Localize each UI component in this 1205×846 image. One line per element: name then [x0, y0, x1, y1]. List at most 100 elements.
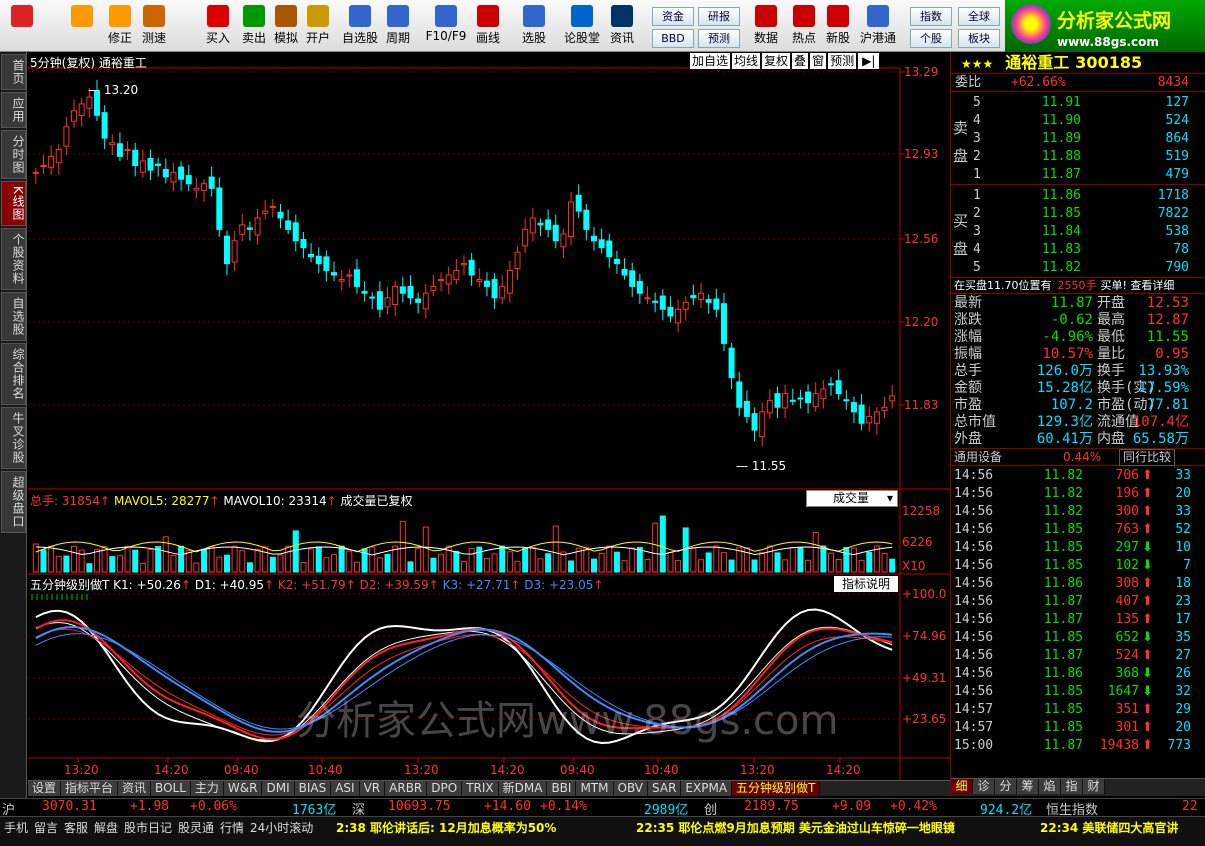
toolbar-button-14[interactable]: 资讯 — [606, 5, 638, 49]
sidebar-tab-7[interactable]: 牛叉诊股 — [1, 406, 26, 469]
right-tab-3[interactable]: 筹 — [1017, 779, 1039, 794]
indicator-tab-16[interactable]: OBV — [613, 781, 649, 796]
candle-body — [514, 251, 521, 270]
news-ticker-3[interactable]: 22:34 美联储四大高官讲 — [1040, 819, 1178, 836]
toolbar-small-button-2[interactable]: 研报 — [698, 7, 740, 26]
sidebar-tab-8[interactable]: 超级盘口 — [1, 470, 26, 533]
toolbar-button-13[interactable]: 论股堂 — [560, 5, 604, 49]
news-ticker-2[interactable]: 22:35 耶伦点燃9月加息预期 美元金油过山车惊碎一地眼镜 — [636, 819, 955, 836]
volume-bar — [346, 550, 353, 573]
right-tab-2[interactable]: 分 — [995, 779, 1017, 794]
right-tab-4[interactable]: 焰 — [1039, 779, 1061, 794]
toolbar-small-button-4[interactable]: 指数 — [910, 7, 952, 26]
indicator-tab-3[interactable]: BOLL — [151, 781, 191, 796]
indicator-tab-5[interactable]: W&R — [223, 781, 263, 796]
toolbar-button-11[interactable]: 画线 — [472, 5, 504, 49]
chart-header-button-5[interactable]: 预测 — [828, 53, 857, 69]
news-ticker-1[interactable]: 2:38 耶伦讲话后: 12月加息概率为50% — [336, 819, 556, 836]
volume-bar — [32, 543, 39, 573]
toolbar-button-2[interactable]: 修正 — [104, 5, 136, 49]
toolbar-small-button-6[interactable]: 全球 — [958, 7, 1000, 26]
status2-item-1[interactable]: 留言 — [34, 819, 58, 836]
toolbar-button-0[interactable] — [6, 5, 38, 49]
toolbar-button-6[interactable]: 模拟 — [270, 5, 302, 49]
sell-row: 2 11.88 519 — [951, 148, 1205, 166]
toolbar-button-3[interactable]: 测速 — [138, 5, 170, 49]
sidebar-tab-2[interactable]: 分时图 — [1, 130, 26, 179]
chart-header-button-1[interactable]: 均线 — [732, 53, 761, 69]
status2-item-7[interactable]: 24小时滚动 — [250, 819, 313, 836]
chart-header-button-2[interactable]: 复权 — [762, 53, 791, 69]
indicator-tab-7[interactable]: BIAS — [294, 781, 332, 796]
indicator-tab-12[interactable]: TRIX — [462, 781, 499, 796]
indicator-tab-6[interactable]: DMI — [262, 781, 295, 796]
toolbar-small-button-7[interactable]: 板块 — [958, 29, 1000, 48]
indicator-tab-0[interactable]: 设置 — [28, 781, 62, 796]
big-order-notice[interactable]: 在买盘11.70位置有 2550手 买单! 查看详细 — [951, 278, 1205, 294]
indicator-tab-8[interactable]: ASI — [331, 781, 360, 796]
chart-header-button-0[interactable]: 加自选 — [690, 53, 731, 69]
toolbar-button-12[interactable]: 选股 — [518, 5, 550, 49]
chart-header-button-3[interactable]: 叠 — [792, 53, 809, 69]
right-tab-0[interactable]: 细 — [951, 779, 973, 794]
sidebar-tab-1[interactable]: 应用 — [1, 92, 26, 128]
indicator-tab-14[interactable]: BBI — [547, 781, 577, 796]
toolbar-button-9[interactable]: 周期 — [382, 5, 414, 49]
right-tab-5[interactable]: 指 — [1061, 779, 1083, 794]
sidebar-tab-0[interactable]: 首页 — [1, 54, 26, 90]
toolbar-small-button-3[interactable]: 预测 — [698, 29, 740, 48]
toolbar-small-button-5[interactable]: 个股 — [910, 29, 952, 48]
tick-time: 14:56 — [954, 684, 994, 699]
indicator-tab-2[interactable]: 资讯 — [118, 781, 152, 796]
toolbar-button-18[interactable]: 沪港通 — [856, 5, 900, 49]
toolbar-small-button-1[interactable]: BBD — [652, 29, 694, 48]
indicator-tab-10[interactable]: ARBR — [385, 781, 428, 796]
status-sh-val: 3070.31 — [42, 799, 97, 814]
toolbar-button-5[interactable]: 卖出 — [238, 5, 270, 49]
toolbar-button-7[interactable]: 开户 — [302, 5, 334, 49]
status2-item-2[interactable]: 客服 — [64, 819, 88, 836]
candle-body — [621, 269, 628, 276]
indicator-tab-1[interactable]: 指标平台 — [61, 781, 119, 796]
indicator-tab-11[interactable]: DPO — [427, 781, 463, 796]
toolbar-label: 画线 — [475, 31, 500, 45]
sidebar-tab-3[interactable]: K线图 — [1, 181, 26, 226]
toolbar-button-15[interactable]: 数据 — [750, 5, 782, 49]
toolbar-button-17[interactable]: 新股 — [822, 5, 854, 49]
volume-selector[interactable]: 成交量 ▾ — [806, 490, 898, 507]
right-tab-1[interactable]: 诊 — [973, 779, 995, 794]
status2-item-6[interactable]: 行情 — [220, 819, 244, 836]
sidebar-tab-6[interactable]: 综合排名 — [1, 342, 26, 405]
indicator-tab-4[interactable]: 主力 — [190, 781, 224, 796]
sidebar-tab-5[interactable]: 自选股 — [1, 291, 26, 341]
toolbar-button-4[interactable]: 买入 — [202, 5, 234, 49]
indicator-tab-13[interactable]: 新DMA — [498, 781, 548, 796]
toolbar-button-8[interactable]: 自选股 — [338, 5, 382, 49]
tick-price: 11.85 — [1043, 540, 1083, 555]
toolbar-button-1[interactable] — [66, 5, 98, 49]
chart-menu-arrow-icon[interactable]: ▶| — [858, 53, 880, 69]
indicator-tab-9[interactable]: VR — [359, 781, 386, 796]
stock-title: ★★★ 通裕重工 300185 — [951, 52, 1205, 74]
indicator-tab-17[interactable]: SAR — [648, 781, 682, 796]
indicator-tab-18[interactable]: EXPMA — [681, 781, 733, 796]
sidebar-tab-4[interactable]: 个股资料 — [1, 227, 26, 290]
status2-item-3[interactable]: 解盘 — [94, 819, 118, 836]
toolbar-small-button-0[interactable]: 资金 — [652, 7, 694, 26]
kline-chart-area[interactable]: 13.29 12.93 12.56 12.20 11.83 +100.0 +74.96 +49… — [28, 52, 950, 780]
chart-header-button-4[interactable]: 窗 — [810, 53, 827, 69]
right-tab-6[interactable]: 财 — [1083, 779, 1105, 794]
candle-body — [116, 143, 123, 157]
indicator-tab-19[interactable]: 五分钟级别做T — [732, 781, 821, 796]
indicator-tab-15[interactable]: MTM — [576, 781, 614, 796]
status2-item-0[interactable]: 手机 — [4, 819, 28, 836]
tick-row: 15:00 11.87 19438 773 ⬆ — [951, 737, 1205, 755]
toolbar-button-16[interactable]: 热点 — [788, 5, 820, 49]
volume-bar — [262, 546, 269, 573]
tick-count: 17 — [1175, 612, 1191, 627]
indicator-help-button[interactable]: 指标说明 — [834, 576, 898, 592]
status2-item-5[interactable]: 股灵通 — [178, 819, 214, 836]
status2-item-4[interactable]: 股市日记 — [124, 819, 172, 836]
compare-button[interactable]: 同行比较 — [1119, 449, 1176, 466]
toolbar-button-10[interactable]: F10/F9 — [424, 5, 468, 49]
